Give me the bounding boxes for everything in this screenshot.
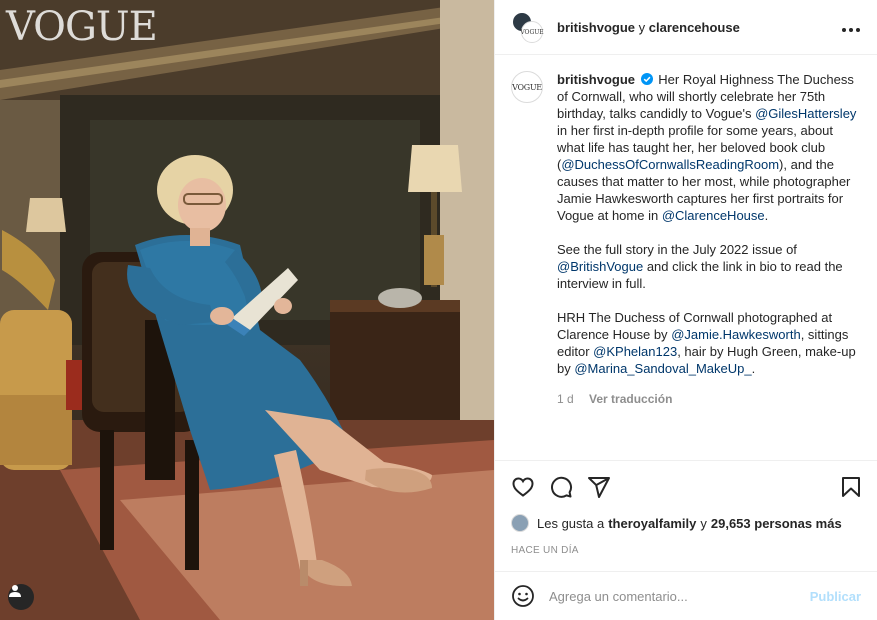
caption-username[interactable]: britishvogue xyxy=(557,72,635,87)
comments-section[interactable]: VOGUE britishvogue Her Royal Highness Th… xyxy=(495,56,877,460)
avatar-britishvogue-small[interactable]: VOGUE xyxy=(520,21,544,43)
mention-kphelan123[interactable]: @KPhelan123 xyxy=(593,344,677,359)
mention-gileshattersley[interactable]: @GilesHattersley xyxy=(755,106,856,121)
verified-badge-icon xyxy=(640,73,653,85)
translate-link[interactable]: Ver traducción xyxy=(589,392,672,406)
publish-button[interactable]: Publicar xyxy=(810,589,861,604)
post-sidebar: VOGUE britishvogue y clarencehouse VOGUE… xyxy=(494,0,877,620)
mention-readingroom[interactable]: @DuchessOfCornwallsReadingRoom xyxy=(561,157,779,172)
post-photo[interactable]: VOGUE xyxy=(0,0,494,620)
caption-text-10: . xyxy=(751,361,756,376)
caption-age[interactable]: 1 d xyxy=(557,392,574,406)
mention-jamiehawkesworth[interactable]: @Jamie.Hawkesworth xyxy=(671,327,801,342)
user-tag-glyph xyxy=(9,585,21,597)
post-caption: britishvogue Her Royal Highness The Duch… xyxy=(557,71,859,408)
post-timestamp[interactable]: HACE UN DÍA xyxy=(511,545,579,556)
caption-text-5: See the full story in the July 2022 issu… xyxy=(557,242,797,257)
comment-icon[interactable] xyxy=(549,475,573,499)
liker-username[interactable]: theroyalfamily xyxy=(608,516,696,531)
header-user-clarencehouse[interactable]: clarencehouse xyxy=(649,20,740,35)
caption-text-4: . xyxy=(764,208,769,223)
more-options-icon[interactable] xyxy=(837,22,861,33)
header-separator: y xyxy=(638,19,646,35)
caption-row: VOGUE britishvogue Her Royal Highness Th… xyxy=(511,71,861,408)
avatar-small-text: VOGUE xyxy=(520,28,544,36)
bookmark-icon[interactable] xyxy=(839,475,863,499)
heart-icon[interactable] xyxy=(511,475,535,499)
likes-prefix: Les gusta a xyxy=(537,515,605,531)
mention-britishvogue[interactable]: @BritishVogue xyxy=(557,259,643,274)
header-user-britishvogue[interactable]: britishvogue xyxy=(557,20,635,35)
vogue-watermark: VOGUE xyxy=(6,4,158,50)
liker-avatar[interactable] xyxy=(511,514,529,532)
more-dots-glyph xyxy=(842,27,860,32)
user-tag-icon[interactable] xyxy=(8,584,34,610)
add-comment-bar: Publicar xyxy=(495,571,877,620)
emoji-icon[interactable] xyxy=(511,584,535,608)
likes-summary: Les gusta a theroyalfamily y 29,653 pers… xyxy=(511,514,861,532)
mention-clarencehouse[interactable]: @ClarenceHouse xyxy=(662,208,765,223)
action-bar xyxy=(495,460,877,513)
post-header: VOGUE britishvogue y clarencehouse xyxy=(495,0,877,55)
caption-paragraph-3: HRH The Duchess of Cornwall photographed… xyxy=(557,309,859,377)
mention-marinasandoval[interactable]: @Marina_Sandoval_MakeUp_ xyxy=(574,361,751,376)
likes-count[interactable]: 29,653 personas más xyxy=(711,516,842,531)
header-usernames: britishvogue y clarencehouse xyxy=(557,20,837,35)
photo-illustration xyxy=(0,0,494,620)
likes-middle: y xyxy=(700,515,707,531)
caption-avatar[interactable]: VOGUE xyxy=(511,71,543,103)
caption-paragraph-2: See the full story in the July 2022 issu… xyxy=(557,241,859,292)
collab-avatars[interactable]: VOGUE xyxy=(511,11,544,43)
share-icon[interactable] xyxy=(587,475,611,499)
caption-avatar-text: VOGUE xyxy=(512,82,542,92)
comment-input[interactable] xyxy=(549,588,810,604)
caption-meta: 1 d Ver traducción xyxy=(557,391,859,408)
